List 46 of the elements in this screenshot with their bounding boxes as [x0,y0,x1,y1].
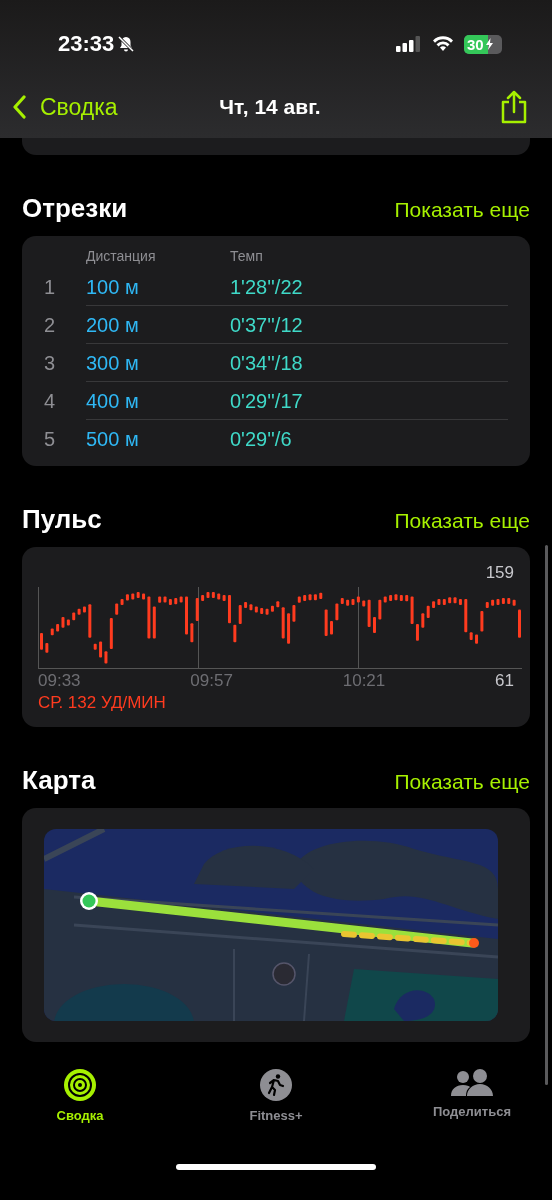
clock-time: 23:33 [58,31,115,57]
screen-title: Чт, 14 авг. [219,95,321,119]
battery-indicator: 30 [464,34,502,54]
split-number: 5 [44,427,57,451]
split-distance: 200 м [86,313,140,337]
split-number: 1 [44,275,57,299]
tab-item[interactable]: Сводка [20,1068,140,1146]
time-label: 10:21 [342,671,387,691]
time-label: 09:33 [38,671,82,691]
show-more-link[interactable]: Показать еще [394,198,530,222]
show-more-link[interactable]: Показать еще [394,509,530,533]
split-distance: 300 м [86,351,140,375]
column-header: Дистанция [86,248,157,264]
split-pace: 0'37''/12 [230,313,303,337]
split-pace: 0'34''/18 [230,351,303,375]
split-number: 4 [44,389,57,413]
split-pace: 1'28''/22 [230,275,303,299]
tab-item[interactable]: Поделиться [412,1068,532,1146]
max-value: 159 [485,563,514,584]
split-distance: 500 м [86,427,140,451]
average-heart-rate: СР. 132 УД/МИН [38,693,167,713]
bell-slash-icon [117,35,136,53]
charging-bolt-icon [485,38,493,50]
section-title: Пульс [22,504,102,535]
split-number: 2 [44,313,57,337]
split-pace: 0'29''/6 [230,427,292,451]
people-icon [450,1068,494,1098]
min-value: 61 [495,671,514,691]
split-distance: 100 м [86,275,140,299]
share-icon [500,90,528,124]
tab-item[interactable]: Fitness+ [216,1068,336,1146]
split-pace: 0'29''/17 [230,389,303,413]
column-header: Темп [230,248,263,264]
split-distance: 400 м [86,389,140,413]
signal-icon [396,36,422,52]
split-number: 3 [44,351,57,375]
chevron-left-icon [12,95,26,119]
show-more-link[interactable]: Показать еще [394,770,530,794]
time-label: 09:57 [190,671,234,691]
runner-icon [259,1068,293,1102]
back-button[interactable]: Сводка [12,93,118,121]
activity-rings-icon [63,1068,97,1102]
section-title: Карта [22,765,96,796]
section-title: Отрезки [22,193,128,224]
wifi-icon [432,36,454,52]
share-button[interactable] [500,90,528,124]
